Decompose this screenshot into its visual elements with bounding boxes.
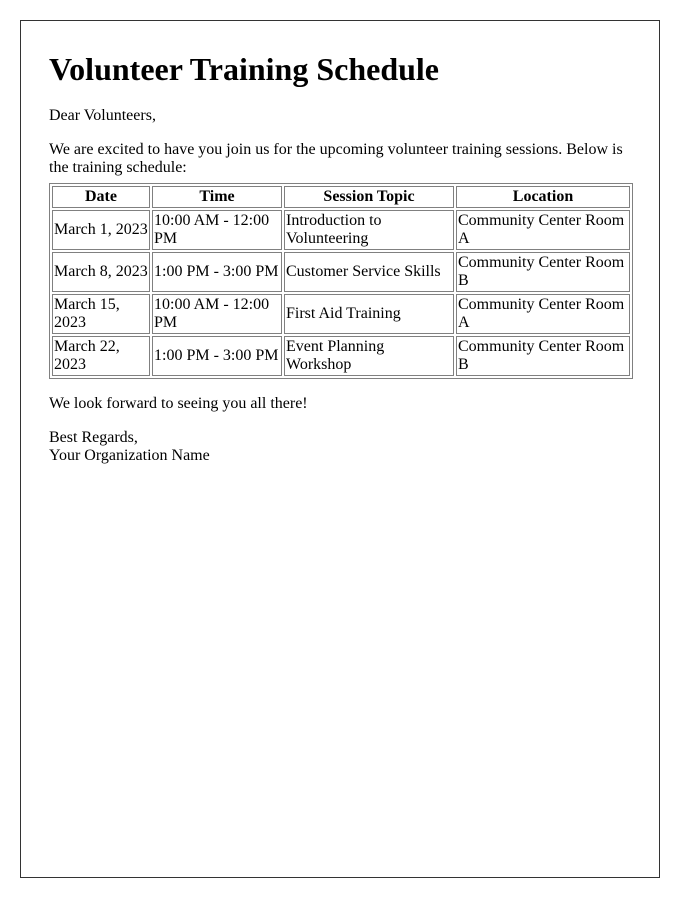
cell-session-topic: Event Planning Workshop: [284, 336, 454, 376]
table-row: March 8, 2023 1:00 PM - 3:00 PM Customer…: [52, 252, 630, 292]
cell-date: March 15, 2023: [52, 294, 150, 334]
table-row: March 15, 2023 10:00 AM - 12:00 PM First…: [52, 294, 630, 334]
schedule-table: Date Time Session Topic Location March 1…: [49, 183, 633, 379]
cell-location: Community Center Room A: [456, 210, 630, 250]
letter-page: Volunteer Training Schedule Dear Volunte…: [20, 20, 660, 878]
organization-name: Your Organization Name: [49, 447, 210, 464]
cell-session-topic: Customer Service Skills: [284, 252, 454, 292]
cell-time: 10:00 AM - 12:00 PM: [152, 294, 282, 334]
cell-session-topic: Introduction to Volunteering: [284, 210, 454, 250]
table-row: March 1, 2023 10:00 AM - 12:00 PM Introd…: [52, 210, 630, 250]
cell-location: Community Center Room B: [456, 336, 630, 376]
table-header-row: Date Time Session Topic Location: [52, 186, 630, 208]
cell-time: 1:00 PM - 3:00 PM: [152, 252, 282, 292]
cell-date: March 1, 2023: [52, 210, 150, 250]
cell-location: Community Center Room A: [456, 294, 630, 334]
header-location: Location: [456, 186, 630, 208]
signoff: Best Regards,: [49, 429, 138, 446]
table-row: March 22, 2023 1:00 PM - 3:00 PM Event P…: [52, 336, 630, 376]
closing-line: We look forward to seeing you all there!: [49, 395, 308, 412]
cell-date: March 8, 2023: [52, 252, 150, 292]
cell-time: 10:00 AM - 12:00 PM: [152, 210, 282, 250]
cell-session-topic: First Aid Training: [284, 294, 454, 334]
intro-paragraph: We are excited to have you join us for t…: [49, 141, 623, 176]
cell-date: March 22, 2023: [52, 336, 150, 376]
greeting: Dear Volunteers,: [49, 107, 156, 124]
page-title: Volunteer Training Schedule: [49, 51, 439, 87]
cell-location: Community Center Room B: [456, 252, 630, 292]
header-session-topic: Session Topic: [284, 186, 454, 208]
header-date: Date: [52, 186, 150, 208]
cell-time: 1:00 PM - 3:00 PM: [152, 336, 282, 376]
header-time: Time: [152, 186, 282, 208]
